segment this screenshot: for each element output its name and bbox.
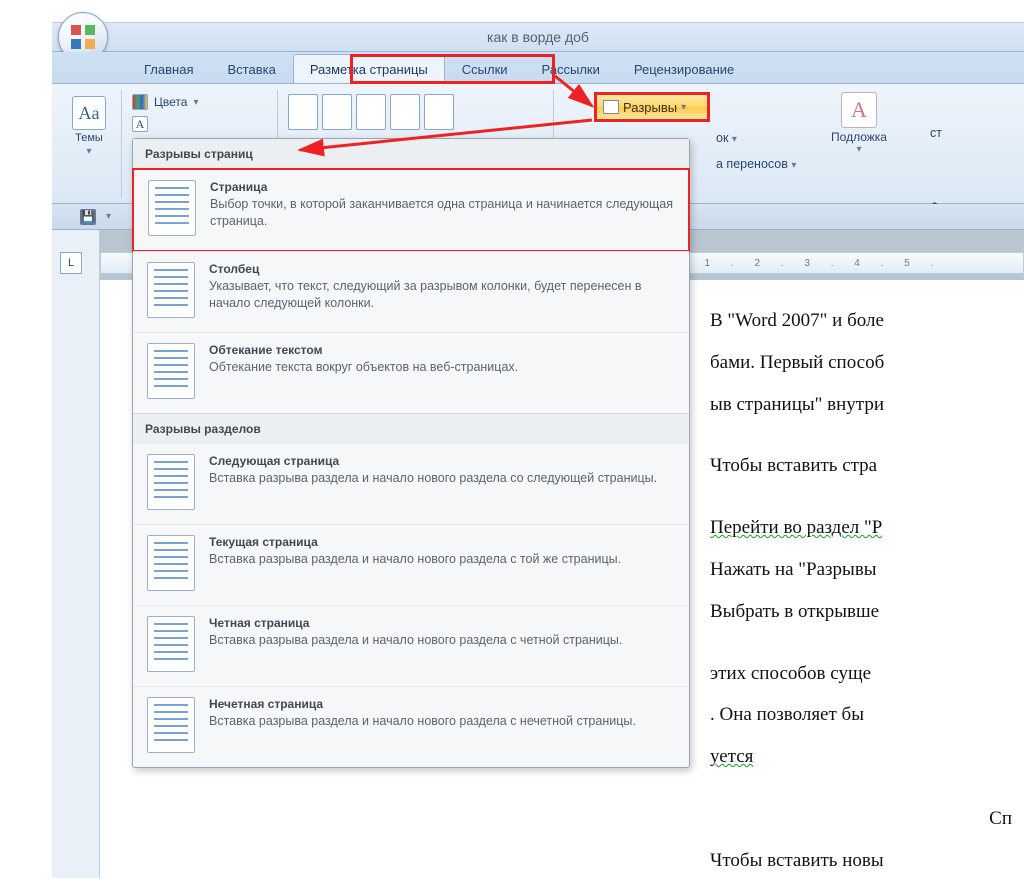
doc-line: Чтобы вставить новы bbox=[710, 840, 1024, 882]
tab-references[interactable]: Ссылки bbox=[445, 54, 525, 83]
line-numbers-stub[interactable]: ок ▾ bbox=[716, 126, 796, 152]
menu-section-section-breaks: Разрывы разделов bbox=[133, 413, 689, 444]
menu-item-desc: Вставка разрыва раздела и начало нового … bbox=[209, 470, 675, 487]
menu-item-desc: Обтекание текста вокруг объектов на веб-… bbox=[209, 359, 675, 376]
menu-item-column-break[interactable]: Столбец Указывает, что текст, следующий … bbox=[133, 251, 689, 332]
next-page-icon bbox=[147, 454, 195, 510]
doc-line: Чтобы вставить стра bbox=[710, 445, 1024, 487]
doc-line: В "Word 2007" и боле bbox=[710, 300, 1024, 342]
size-button[interactable] bbox=[356, 94, 386, 130]
doc-line: Сп bbox=[710, 798, 1024, 840]
chevron-down-icon: ▾ bbox=[814, 144, 904, 155]
doc-line: . Она позволяет бы bbox=[710, 694, 1024, 736]
even-page-icon bbox=[147, 616, 195, 672]
doc-line: Нажать на "Разрывы bbox=[710, 549, 1024, 591]
window-title: как в ворде доб bbox=[487, 29, 589, 45]
tab-page-layout[interactable]: Разметка страницы bbox=[293, 54, 445, 83]
doc-line: Выбрать в открывше bbox=[710, 591, 1024, 633]
menu-section-page-breaks: Разрывы страниц bbox=[133, 139, 689, 169]
breaks-icon bbox=[603, 100, 619, 114]
watermark-label: Подложка bbox=[814, 130, 904, 144]
chevron-down-icon: ▾ bbox=[681, 102, 686, 113]
fonts-icon: A bbox=[132, 116, 148, 132]
column-break-icon bbox=[147, 262, 195, 318]
menu-item-desc: Вставка разрыва раздела и начало нового … bbox=[209, 632, 675, 649]
menu-item-even-page[interactable]: Четная страница Вставка разрыва раздела … bbox=[133, 605, 689, 686]
menu-item-odd-page[interactable]: Нечетная страница Вставка разрыва раздел… bbox=[133, 686, 689, 767]
menu-item-title: Четная страница bbox=[209, 616, 675, 630]
menu-item-desc: Вставка разрыва раздела и начало нового … bbox=[209, 713, 675, 730]
themes-icon: Aa bbox=[72, 96, 106, 130]
doc-line: бами. Первый способ bbox=[710, 342, 1024, 384]
page-setup-icons bbox=[288, 94, 545, 130]
menu-item-title: Следующая страница bbox=[209, 454, 675, 468]
fonts-dropdown[interactable]: A bbox=[132, 116, 269, 132]
menu-item-text-wrap[interactable]: Обтекание текстом Обтекание текста вокру… bbox=[133, 332, 689, 413]
orientation-button[interactable] bbox=[322, 94, 352, 130]
columns-button[interactable] bbox=[390, 94, 420, 130]
tab-home[interactable]: Главная bbox=[127, 54, 210, 83]
ribbon-tabs: Главная Вставка Разметка страницы Ссылки… bbox=[52, 52, 1024, 84]
menu-item-title: Столбец bbox=[209, 262, 675, 276]
breaks-menu: Разрывы страниц Страница Выбор точки, в … bbox=[132, 138, 690, 768]
tab-selector[interactable]: L bbox=[60, 252, 82, 274]
doc-line: уется bbox=[710, 736, 1024, 778]
colors-label: Цвета bbox=[154, 95, 187, 109]
chevron-down-icon: ▾ bbox=[193, 97, 198, 108]
page-break-icon bbox=[148, 180, 196, 236]
tab-mailings[interactable]: Рассылки bbox=[525, 54, 617, 83]
menu-item-title: Текущая страница bbox=[209, 535, 675, 549]
themes-button[interactable]: Aa Темы ▾ bbox=[64, 94, 114, 157]
colors-dropdown[interactable]: Цвета ▾ bbox=[132, 94, 269, 110]
watermark-button[interactable]: A Подложка ▾ bbox=[814, 92, 904, 155]
doc-line: Перейти во раздел "Р bbox=[710, 507, 1024, 549]
hyphenation-stub[interactable]: а переносов ▾ bbox=[716, 152, 796, 178]
save-icon[interactable]: 💾 bbox=[80, 209, 96, 225]
themes-label: Темы bbox=[75, 132, 103, 144]
office-logo-icon bbox=[68, 22, 98, 52]
menu-item-next-page[interactable]: Следующая страница Вставка разрыва разде… bbox=[133, 444, 689, 524]
doc-line: ыв страницы" внутри bbox=[710, 384, 1024, 426]
chevron-down-icon: ▾ bbox=[86, 146, 91, 157]
breaks-label: Разрывы bbox=[623, 100, 677, 115]
menu-item-continuous[interactable]: Текущая страница Вставка разрыва раздела… bbox=[133, 524, 689, 605]
margins-button[interactable] bbox=[288, 94, 318, 130]
menu-item-desc: Выбор точки, в которой заканчивается одн… bbox=[210, 196, 674, 230]
other-button[interactable] bbox=[424, 94, 454, 130]
tab-review[interactable]: Рецензирование bbox=[617, 54, 751, 83]
continuous-icon bbox=[147, 535, 195, 591]
doc-line: этих способов суще bbox=[710, 653, 1024, 695]
colors-icon bbox=[132, 94, 148, 110]
menu-item-desc: Вставка разрыва раздела и начало нового … bbox=[209, 551, 675, 568]
odd-page-icon bbox=[147, 697, 195, 753]
tab-insert[interactable]: Вставка bbox=[210, 54, 292, 83]
vertical-ruler-strip bbox=[52, 230, 100, 878]
qat-dropdown[interactable]: ▾ bbox=[106, 211, 111, 222]
breaks-dropdown-button[interactable]: Разрывы ▾ bbox=[594, 92, 710, 122]
menu-item-desc: Указывает, что текст, следующий за разры… bbox=[209, 278, 675, 312]
menu-item-title: Нечетная страница bbox=[209, 697, 675, 711]
menu-item-title: Обтекание текстом bbox=[209, 343, 675, 357]
ribbon-right-stubs: ок ▾ а переносов ▾ bbox=[716, 126, 796, 178]
title-bar: как в ворде доб bbox=[52, 22, 1024, 52]
menu-item-title: Страница bbox=[210, 180, 674, 194]
text-wrap-icon bbox=[147, 343, 195, 399]
watermark-icon: A bbox=[841, 92, 877, 128]
menu-item-page-break[interactable]: Страница Выбор точки, в которой заканчив… bbox=[132, 168, 690, 252]
